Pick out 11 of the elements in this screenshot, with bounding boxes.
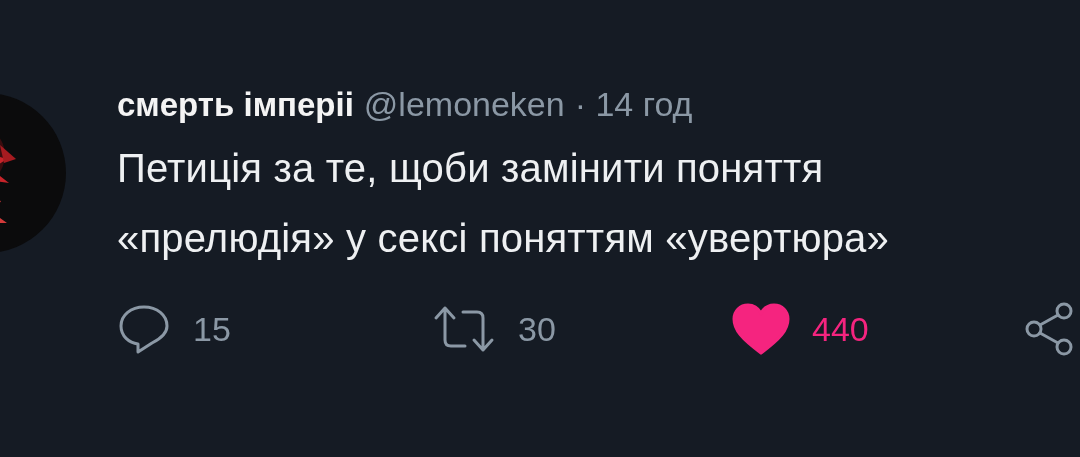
author-handle[interactable]: @lemoneken bbox=[363, 85, 565, 124]
heart-icon[interactable] bbox=[732, 303, 790, 355]
retweet-count: 30 bbox=[518, 309, 556, 349]
reply-count: 15 bbox=[193, 309, 231, 349]
like-count: 440 bbox=[812, 309, 869, 349]
reply-icon[interactable] bbox=[117, 304, 171, 354]
tweet-text: Петиція за те, щоби замінити поняття bbox=[117, 145, 825, 192]
retweet-icon[interactable] bbox=[432, 304, 496, 354]
tweet-text: «прелюдія» у сексі поняттям «увертюра» bbox=[117, 215, 890, 262]
author-name[interactable]: смерть імперіі bbox=[117, 86, 354, 124]
tweet-time: · 14 год bbox=[574, 85, 693, 124]
